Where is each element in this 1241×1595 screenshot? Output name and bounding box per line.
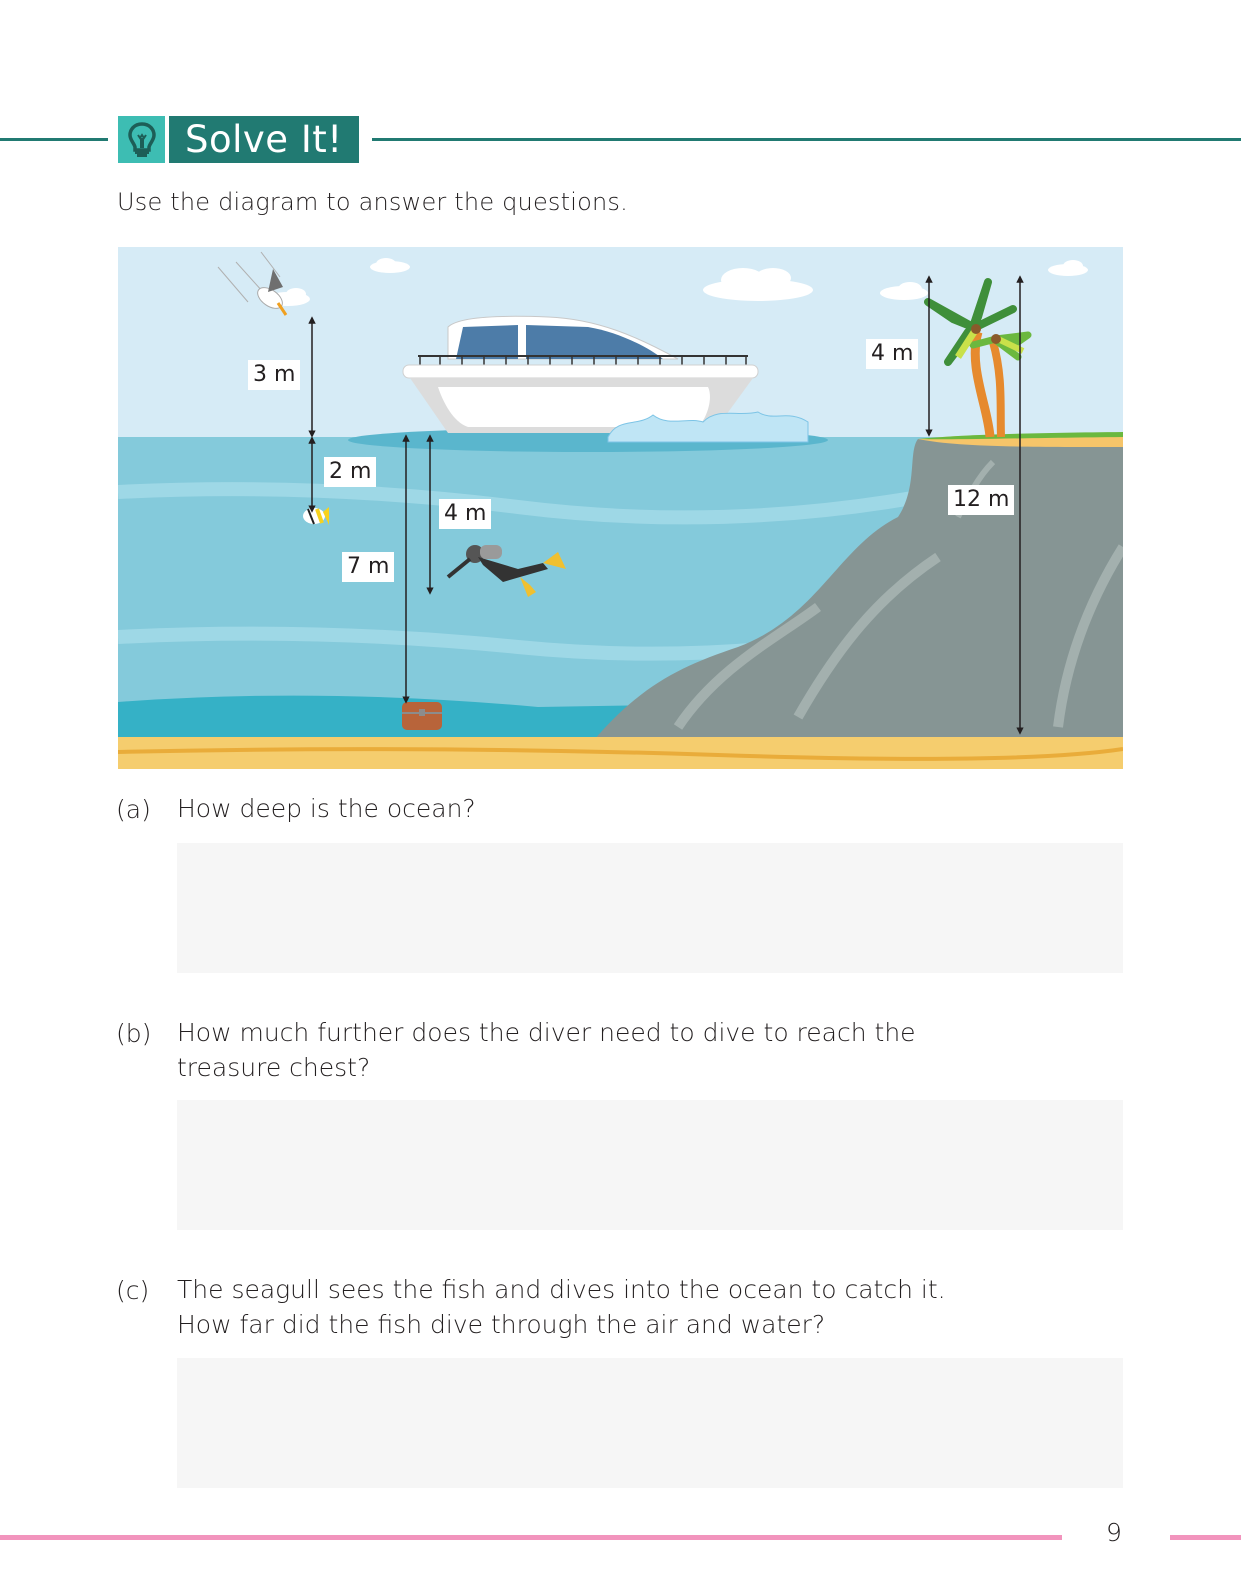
footer-rule-right [1170, 1535, 1241, 1540]
question-a-text: How deep is the ocean? [177, 794, 476, 823]
question-b-letter: (b) [116, 1019, 152, 1048]
label-tree-height: 4 m [866, 339, 919, 369]
answer-box-c[interactable] [177, 1358, 1123, 1488]
lightbulb-icon [127, 121, 156, 157]
lightbulb-badge [118, 116, 165, 163]
label-diver-depth: 4 m [439, 499, 492, 529]
label-ocean-depth: 7 m [342, 552, 395, 582]
section-title: Solve It! [169, 116, 359, 163]
question-b-text: How much further does the diver need to … [177, 1018, 916, 1082]
question-c-letter: (c) [116, 1276, 150, 1305]
answer-box-b[interactable] [177, 1100, 1123, 1230]
header-rule-left [0, 138, 108, 141]
label-seagull-height: 3 m [248, 360, 301, 390]
question-a-letter: (a) [116, 795, 151, 824]
answer-box-a[interactable] [177, 843, 1123, 973]
treasure-chest [402, 702, 442, 730]
ocean-diagram: 3 m 2 m 4 m 7 m 4 m 12 m [118, 247, 1123, 769]
footer-rule-left [0, 1535, 1062, 1540]
header-rule-right [372, 138, 1241, 141]
page-number: 9 [1106, 1518, 1122, 1547]
label-fish-depth: 2 m [324, 457, 377, 487]
instructions: Use the diagram to answer the questions. [117, 188, 628, 216]
label-cliff-height: 12 m [948, 485, 1015, 515]
question-c-text: The seagull sees the fish and dives into… [177, 1275, 946, 1339]
